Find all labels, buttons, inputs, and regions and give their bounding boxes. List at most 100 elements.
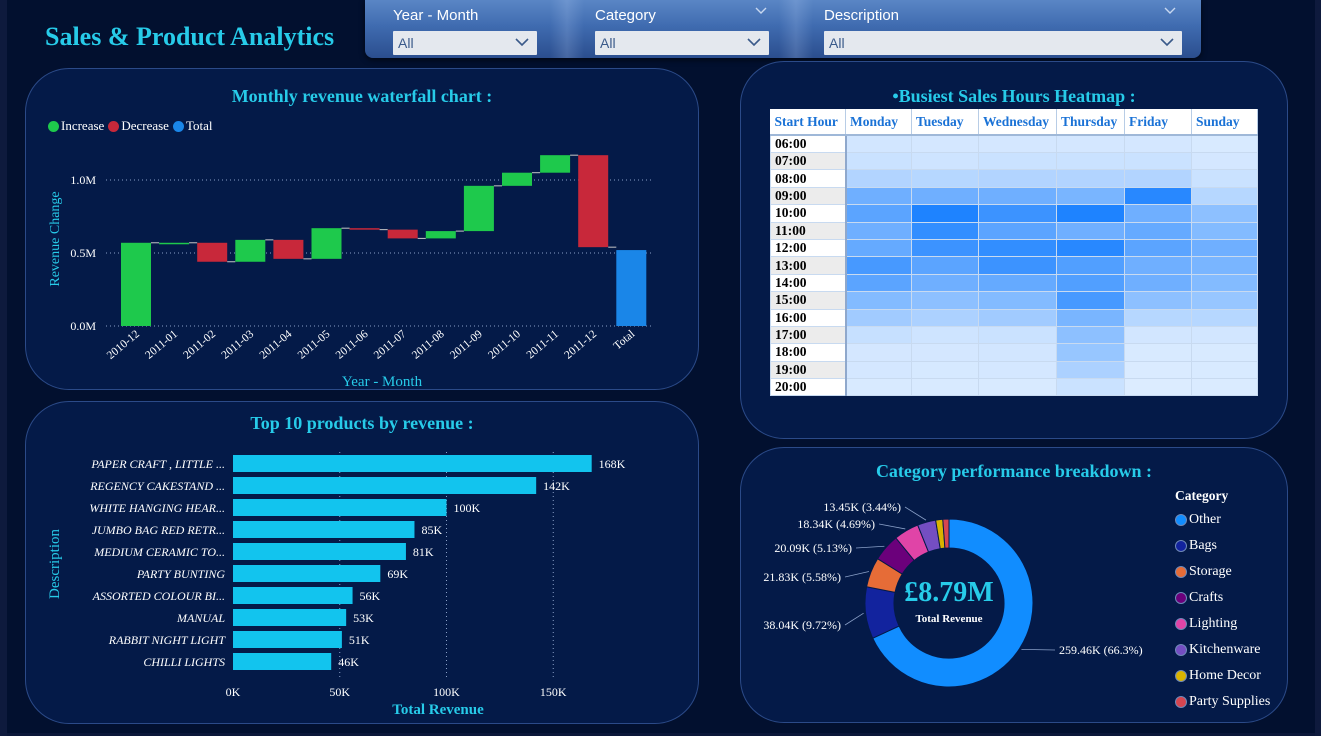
product-bar[interactable] xyxy=(233,565,381,582)
waterfall-bar[interactable] xyxy=(235,239,266,262)
heatmap-cell[interactable] xyxy=(1056,308,1125,327)
heatmap-cell[interactable] xyxy=(911,186,979,206)
waterfall-bar[interactable] xyxy=(197,242,228,262)
category-legend-item[interactable]: Kitchenware xyxy=(1175,637,1270,663)
heatmap-cell[interactable] xyxy=(911,378,979,397)
heatmap-col-header[interactable]: Wednesday xyxy=(978,109,1057,136)
heatmap-cell[interactable] xyxy=(1124,378,1192,397)
product-bar[interactable] xyxy=(233,653,332,670)
slicer-year-month[interactable]: Year - Month All xyxy=(393,0,538,58)
heatmap-cell[interactable] xyxy=(845,308,912,327)
heatmap-cell[interactable] xyxy=(1056,238,1125,258)
slicer-description[interactable]: Description All xyxy=(824,0,1184,58)
heatmap-cell[interactable] xyxy=(1191,378,1258,397)
heatmap-cell[interactable] xyxy=(1056,169,1125,188)
waterfall-bar[interactable] xyxy=(273,239,304,259)
heatmap-cell[interactable] xyxy=(911,273,979,293)
product-bar[interactable] xyxy=(233,631,342,648)
heatmap-cell[interactable] xyxy=(1191,291,1258,310)
heatmap-cell[interactable] xyxy=(1191,343,1258,362)
heatmap-cell[interactable] xyxy=(845,378,912,397)
heatmap-cell[interactable] xyxy=(1191,221,1258,240)
waterfall-bar[interactable] xyxy=(159,242,190,245)
heatmap-cell[interactable] xyxy=(978,378,1057,397)
waterfall-bar[interactable] xyxy=(349,228,380,230)
heatmap-cell[interactable] xyxy=(1191,134,1258,153)
heatmap-cell[interactable] xyxy=(1191,151,1258,171)
heatmap-cell[interactable] xyxy=(1056,256,1125,275)
heatmap-cell[interactable] xyxy=(978,256,1057,275)
waterfall-bar[interactable] xyxy=(425,231,456,239)
heatmap-cell[interactable] xyxy=(978,308,1057,327)
product-bar[interactable] xyxy=(233,521,415,538)
heatmap-cell[interactable] xyxy=(1191,204,1258,223)
heatmap-cell[interactable] xyxy=(978,325,1057,345)
heatmap-cell[interactable] xyxy=(1124,343,1192,362)
heatmap-cell[interactable] xyxy=(845,221,912,240)
waterfall-bar[interactable] xyxy=(311,228,342,259)
heatmap-cell[interactable] xyxy=(845,204,912,223)
heatmap-cell[interactable] xyxy=(1056,186,1125,206)
heatmap-cell[interactable] xyxy=(911,325,979,345)
heatmap-cell[interactable] xyxy=(1056,134,1125,153)
heatmap-cell[interactable] xyxy=(1191,169,1258,188)
product-bar[interactable] xyxy=(233,543,406,560)
waterfall-bar[interactable] xyxy=(387,229,418,239)
heatmap-cell[interactable] xyxy=(845,360,912,380)
waterfall-bar[interactable] xyxy=(121,242,151,326)
heatmap-cell[interactable] xyxy=(911,238,979,258)
heatmap-cell[interactable] xyxy=(911,343,979,362)
heatmap-cell[interactable] xyxy=(845,256,912,275)
heatmap-cell[interactable] xyxy=(1056,204,1125,223)
heatmap-cell[interactable] xyxy=(1191,186,1258,206)
heatmap-cell[interactable] xyxy=(1056,291,1125,310)
heatmap-cell[interactable] xyxy=(1124,169,1192,188)
product-bar[interactable] xyxy=(233,477,537,494)
heatmap-cell[interactable] xyxy=(1191,360,1258,380)
heatmap-cell[interactable] xyxy=(911,256,979,275)
heatmap-cell[interactable] xyxy=(978,343,1057,362)
heatmap-cell[interactable] xyxy=(1056,343,1125,362)
product-bar[interactable] xyxy=(233,499,447,516)
heatmap-cell[interactable] xyxy=(845,169,912,188)
heatmap-cell[interactable] xyxy=(845,325,912,345)
category-legend-item[interactable]: Storage xyxy=(1175,559,1270,585)
waterfall-bar[interactable] xyxy=(540,155,571,173)
category-legend-item[interactable]: Party Supplies xyxy=(1175,689,1270,715)
heatmap-col-header[interactable]: Thursday xyxy=(1056,109,1125,136)
product-bar[interactable] xyxy=(233,455,592,472)
waterfall-bar[interactable] xyxy=(463,185,494,232)
heatmap-cell[interactable] xyxy=(1124,204,1192,223)
product-bar[interactable] xyxy=(233,587,353,604)
heatmap-cell[interactable] xyxy=(911,204,979,223)
chevron-down-icon[interactable] xyxy=(1164,6,1176,16)
heatmap-cell[interactable] xyxy=(1056,221,1125,240)
heatmap-cell[interactable] xyxy=(978,186,1057,206)
heatmap-cell[interactable] xyxy=(1124,325,1192,345)
heatmap-cell[interactable] xyxy=(911,308,979,327)
heatmap-cell[interactable] xyxy=(911,291,979,310)
heatmap-cell[interactable] xyxy=(978,134,1057,153)
heatmap-cell[interactable] xyxy=(1124,273,1192,293)
heatmap-cell[interactable] xyxy=(911,169,979,188)
heatmap-cell[interactable] xyxy=(1124,134,1192,153)
slicer-description-dropdown[interactable]: All xyxy=(824,31,1182,55)
heatmap-cell[interactable] xyxy=(1191,325,1258,345)
heatmap-cell[interactable] xyxy=(978,204,1057,223)
heatmap-cell[interactable] xyxy=(911,221,979,240)
slicer-category-dropdown[interactable]: All xyxy=(595,31,769,55)
heatmap-cell[interactable] xyxy=(845,291,912,310)
slicer-year-month-dropdown[interactable]: All xyxy=(393,31,537,55)
heatmap-cell[interactable] xyxy=(1191,308,1258,327)
heatmap-cell[interactable] xyxy=(845,273,912,293)
heatmap-cell[interactable] xyxy=(911,151,979,171)
heatmap-col-header[interactable]: Tuesday xyxy=(911,109,979,136)
heatmap-cell[interactable] xyxy=(1191,256,1258,275)
heatmap-cell[interactable] xyxy=(978,221,1057,240)
chevron-down-icon[interactable] xyxy=(755,6,767,16)
heatmap-cell[interactable] xyxy=(978,291,1057,310)
heatmap-col-header[interactable]: Sunday xyxy=(1191,109,1258,136)
category-legend-item[interactable]: Lighting xyxy=(1175,611,1270,637)
heatmap-cell[interactable] xyxy=(1056,273,1125,293)
heatmap-cell[interactable] xyxy=(1124,291,1192,310)
